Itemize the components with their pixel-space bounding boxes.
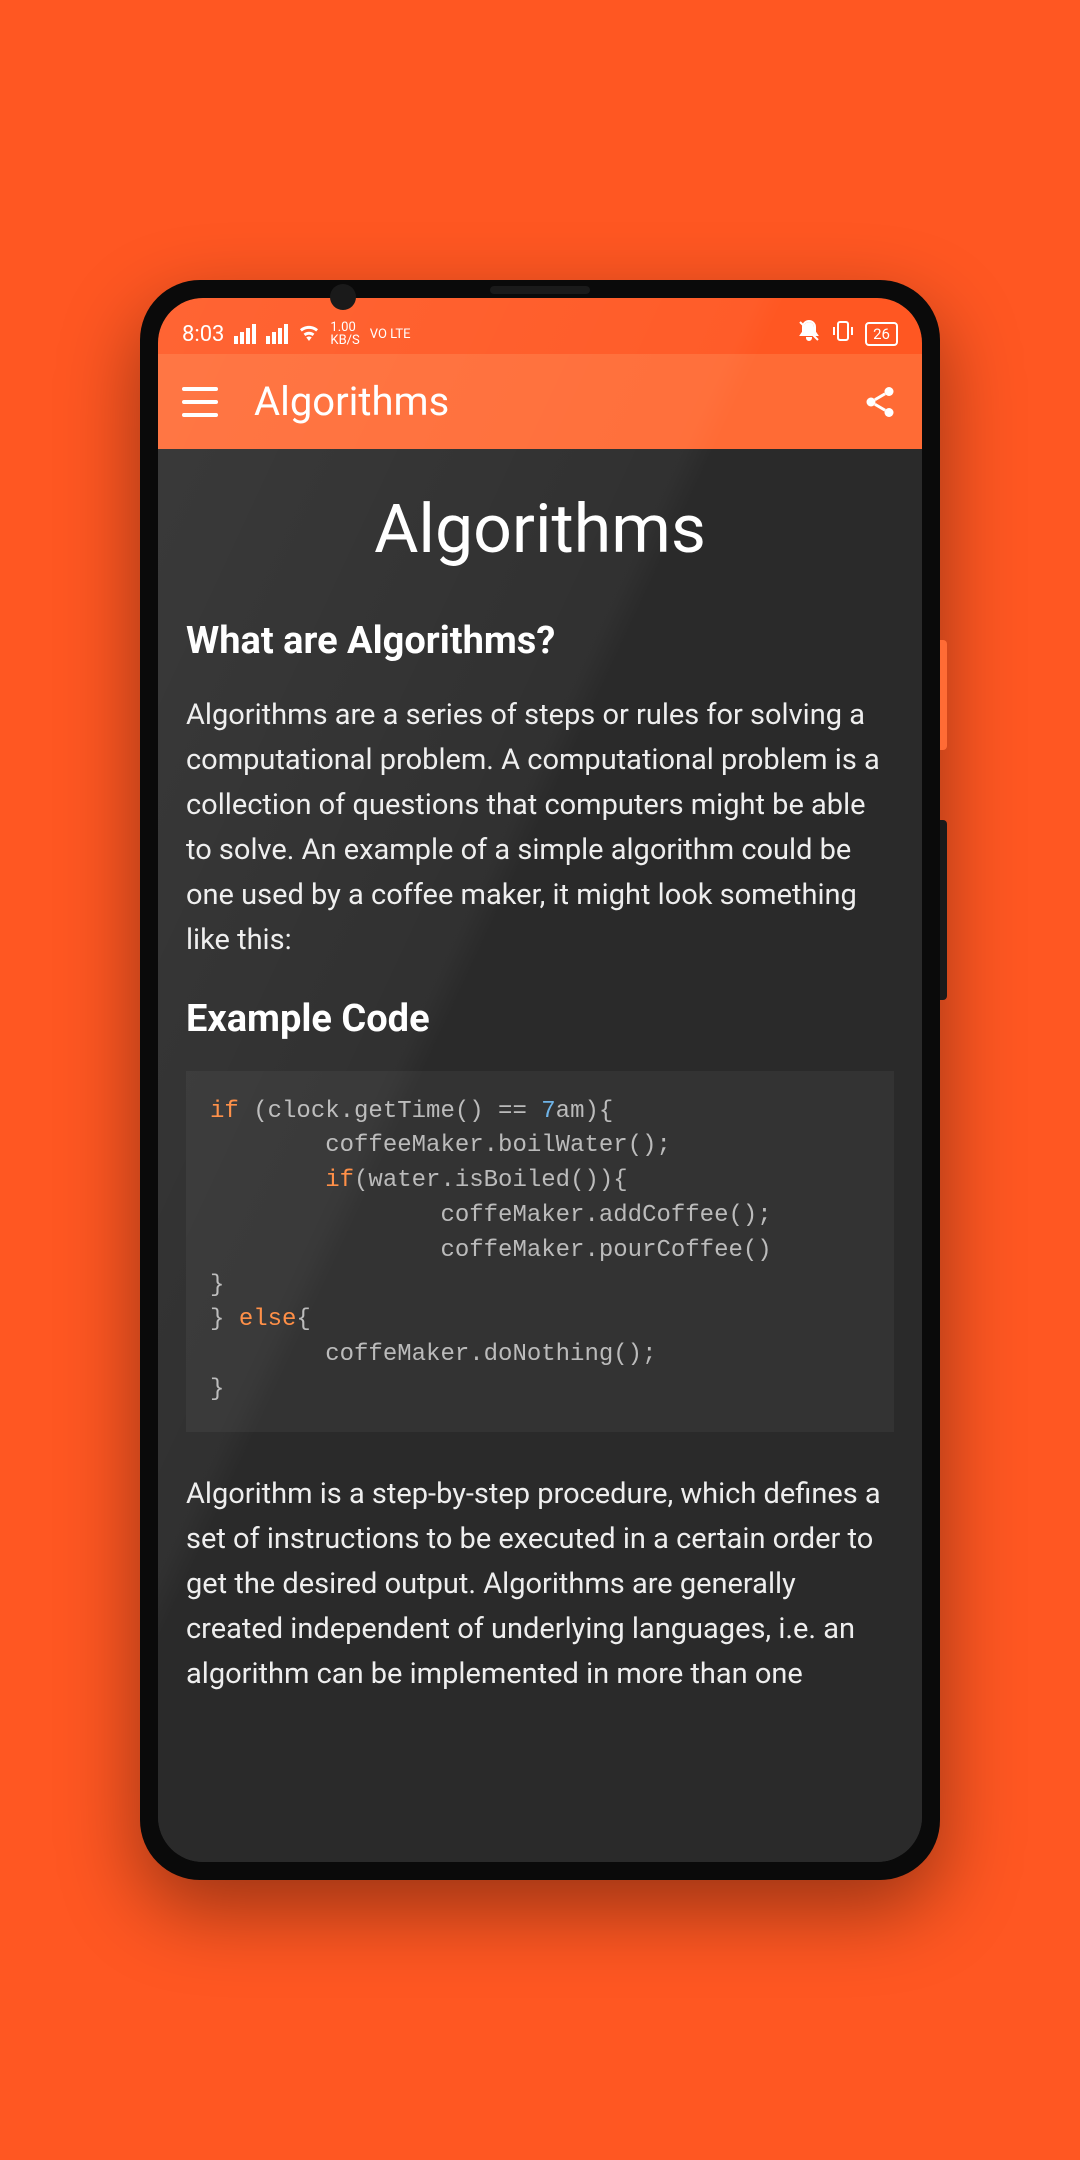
wifi-icon (298, 322, 320, 347)
signal-icon (234, 324, 256, 344)
phone-notch (490, 286, 590, 294)
mute-icon (797, 319, 821, 349)
phone-screen: 8:03 1.00KB/S VO LTE 26 (158, 298, 922, 1862)
speaker-grille (490, 286, 590, 294)
page-title: Algorithms (186, 489, 894, 569)
app-bar: Algorithms (158, 354, 922, 449)
status-bar: 8:03 1.00KB/S VO LTE 26 (158, 298, 922, 354)
section-heading-1: What are Algorithms? (186, 619, 894, 663)
section-heading-2: Example Code (186, 997, 894, 1041)
paragraph-1: Algorithms are a series of steps or rule… (186, 693, 894, 963)
content-area[interactable]: Algorithms What are Algorithms? Algorith… (158, 449, 922, 1862)
signal-icon-2 (266, 324, 288, 344)
battery-indicator: 26 (865, 322, 898, 346)
power-button (940, 640, 947, 750)
code-block: if (clock.getTime() == 7am){ coffeeMaker… (186, 1071, 894, 1432)
share-button[interactable] (862, 384, 898, 420)
menu-button[interactable] (182, 387, 218, 417)
status-time: 8:03 (182, 322, 224, 347)
app-bar-title: Algorithms (254, 378, 826, 425)
status-left: 8:03 1.00KB/S VO LTE (182, 321, 411, 347)
phone-frame: 8:03 1.00KB/S VO LTE 26 (140, 280, 940, 1880)
data-rate: 1.00KB/S (330, 321, 359, 347)
front-camera (330, 284, 356, 310)
status-right: 26 (797, 319, 898, 349)
volume-button (940, 820, 947, 1000)
volte-indicator: VO LTE (370, 328, 411, 341)
paragraph-2: Algorithm is a step-by-step procedure, w… (186, 1472, 894, 1697)
vibrate-icon (831, 319, 855, 349)
